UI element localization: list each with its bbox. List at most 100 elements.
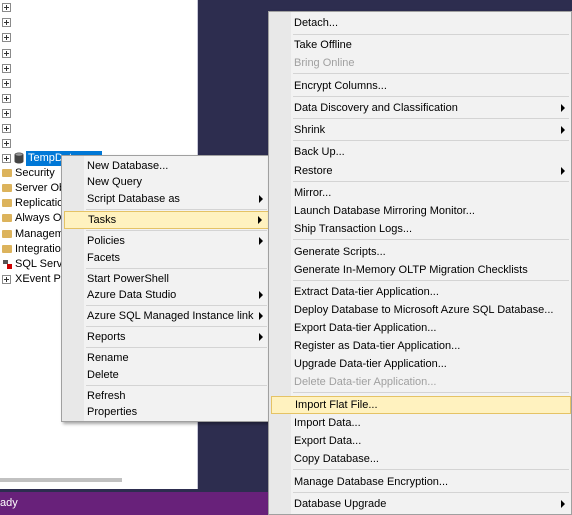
folder-icon [2, 199, 12, 207]
menu-separator [293, 73, 569, 74]
menu-separator [293, 181, 569, 182]
sql-agent-icon [3, 260, 12, 269]
database-icon [14, 152, 24, 164]
database-context-menu: New Database... New Query Script Databas… [61, 155, 270, 422]
menu-item-facets[interactable]: Facets [84, 249, 269, 267]
folder-icon [2, 169, 12, 177]
menu-item-take-offline[interactable]: Take Offline [291, 36, 571, 54]
menu-separator [293, 140, 569, 141]
menu-item-rename[interactable]: Rename [84, 349, 269, 367]
menu-item-policies[interactable]: Policies [84, 232, 269, 250]
submenu-arrow-icon [259, 333, 263, 341]
menu-item-export-data-tier[interactable]: Export Data-tier Application... [291, 319, 571, 337]
menu-item-database-upgrade[interactable]: Database Upgrade [291, 495, 571, 513]
menu-separator [293, 34, 569, 35]
horizontal-scrollbar-thumb[interactable] [0, 478, 122, 482]
folder-icon [2, 230, 12, 238]
menu-item-properties[interactable]: Properties [84, 403, 269, 421]
submenu-arrow-icon [259, 237, 263, 245]
expand-icon[interactable] [2, 18, 11, 27]
expand-icon[interactable] [2, 275, 11, 284]
menu-item-deploy-to-azure[interactable]: Deploy Database to Microsoft Azure SQL D… [291, 301, 571, 319]
expand-icon[interactable] [2, 94, 11, 103]
expand-icon[interactable] [2, 154, 11, 163]
submenu-arrow-icon [259, 312, 263, 320]
menu-item-data-discovery[interactable]: Data Discovery and Classification [291, 99, 571, 117]
menu-item-import-flat-file[interactable]: Import Flat File... [271, 396, 571, 414]
menu-item-label: Azure SQL Managed Instance link [87, 310, 254, 322]
menu-item-tasks[interactable]: Tasks [64, 211, 269, 229]
menu-item-encrypt-columns[interactable]: Encrypt Columns... [291, 77, 571, 95]
folder-icon [2, 184, 12, 192]
menu-item-script-database-as[interactable]: Script Database as [84, 190, 269, 208]
menu-item-label: Azure Data Studio [87, 289, 177, 301]
menu-item-azure-data-studio[interactable]: Azure Data Studio [84, 286, 269, 304]
menu-item-generate-scripts[interactable]: Generate Scripts... [291, 243, 571, 261]
expand-icon[interactable] [2, 33, 11, 42]
menu-separator [86, 230, 267, 231]
menu-item-label: Reports [87, 331, 126, 343]
submenu-arrow-icon [561, 126, 565, 134]
menu-item-azure-sql-mi-link[interactable]: Azure SQL Managed Instance link [84, 307, 269, 325]
menu-item-mirror[interactable]: Mirror... [291, 184, 571, 202]
tasks-submenu: Detach... Take Offline Bring Online Encr… [268, 11, 572, 515]
submenu-arrow-icon [561, 500, 565, 508]
menu-item-label: Database Upgrade [294, 498, 387, 510]
menu-separator [293, 392, 569, 393]
menu-item-register-data-tier[interactable]: Register as Data-tier Application... [291, 337, 571, 355]
menu-item-copy-database[interactable]: Copy Database... [291, 450, 571, 468]
expand-icon[interactable] [2, 79, 11, 88]
menu-separator [86, 305, 267, 306]
menu-item-back-up[interactable]: Back Up... [291, 143, 571, 161]
menu-item-shrink[interactable]: Shrink [291, 121, 571, 139]
expand-icon[interactable] [2, 124, 11, 133]
menu-item-generate-oltp-checklists[interactable]: Generate In-Memory OLTP Migration Checkl… [291, 261, 571, 279]
submenu-arrow-icon [561, 167, 565, 175]
menu-item-label: Data Discovery and Classification [294, 102, 458, 114]
folder-icon [2, 245, 12, 253]
menu-item-detach[interactable]: Detach... [291, 14, 571, 32]
submenu-arrow-icon [259, 195, 263, 203]
menu-gutter [269, 12, 291, 514]
menu-item-label: Policies [87, 235, 125, 247]
menu-separator [86, 326, 267, 327]
menu-separator [86, 385, 267, 386]
submenu-arrow-icon [561, 104, 565, 112]
menu-separator [86, 268, 267, 269]
expand-icon[interactable] [2, 3, 11, 12]
menu-item-import-data[interactable]: Import Data... [291, 414, 571, 432]
menu-item-label: Shrink [294, 124, 326, 136]
menu-separator [293, 118, 569, 119]
menu-item-label: Restore [294, 165, 333, 177]
status-text: ady [0, 497, 18, 509]
menu-separator [86, 209, 267, 210]
menu-item-upgrade-data-tier[interactable]: Upgrade Data-tier Application... [291, 355, 571, 373]
menu-item-label: Tasks [88, 214, 117, 226]
menu-item-manage-encryption[interactable]: Manage Database Encryption... [291, 473, 571, 491]
submenu-arrow-icon [259, 291, 263, 299]
expand-icon[interactable] [2, 49, 11, 58]
menu-item-ship-transaction-logs[interactable]: Ship Transaction Logs... [291, 220, 571, 238]
folder-icon [2, 214, 12, 222]
menu-separator [293, 469, 569, 470]
menu-separator [86, 347, 267, 348]
menu-item-bring-online: Bring Online [294, 57, 355, 69]
menu-gutter [62, 156, 84, 421]
menu-separator [293, 239, 569, 240]
menu-item-export-data[interactable]: Export Data... [291, 432, 571, 450]
menu-item-delete-data-tier: Delete Data-tier Application... [294, 376, 437, 388]
menu-item-reports[interactable]: Reports [84, 328, 269, 346]
menu-item-label: Script Database as [87, 193, 180, 205]
menu-separator [293, 280, 569, 281]
expand-icon[interactable] [2, 139, 11, 148]
menu-item-extract-data-tier[interactable]: Extract Data-tier Application... [291, 283, 571, 301]
submenu-arrow-icon [258, 216, 262, 224]
menu-separator [293, 96, 569, 97]
expand-icon[interactable] [2, 64, 11, 73]
menu-item-delete[interactable]: Delete [84, 366, 269, 384]
menu-item-restore[interactable]: Restore [291, 162, 571, 180]
expand-icon[interactable] [2, 109, 11, 118]
menu-separator [293, 492, 569, 493]
menu-item-launch-mirroring-monitor[interactable]: Launch Database Mirroring Monitor... [291, 202, 571, 220]
menu-item-new-query[interactable]: New Query [84, 173, 269, 191]
